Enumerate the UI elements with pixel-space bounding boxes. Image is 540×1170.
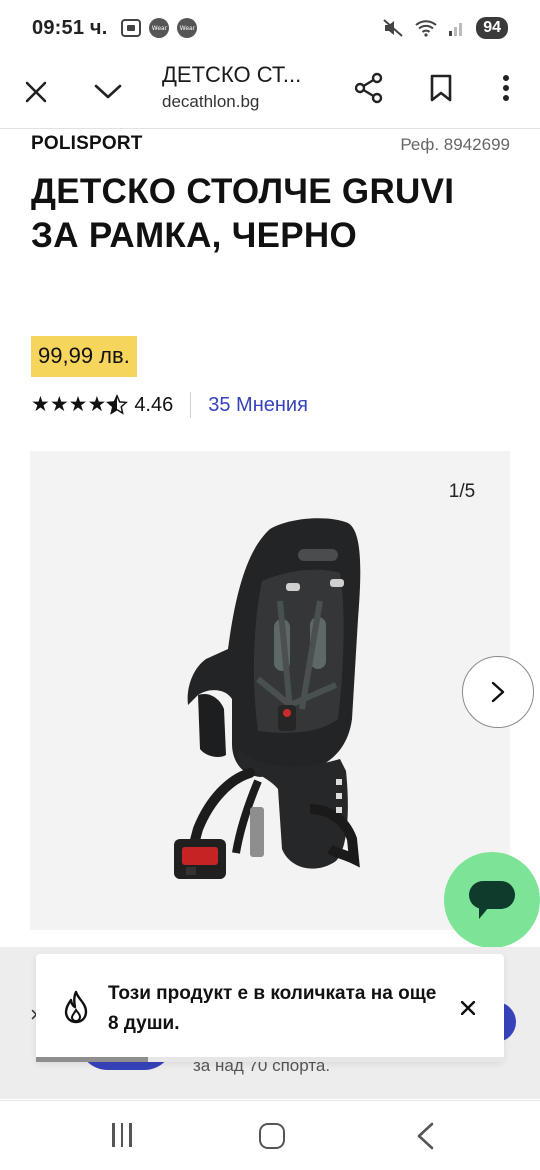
- share-button[interactable]: [351, 70, 387, 106]
- more-vert-icon: [503, 75, 509, 101]
- bookmark-button[interactable]: [423, 70, 459, 106]
- star-full-icon: ★: [49, 392, 69, 416]
- reviews-link[interactable]: 35 Мнения: [208, 394, 308, 417]
- chat-button[interactable]: [444, 852, 540, 948]
- star-full-icon: ★: [87, 392, 107, 416]
- page-domain: decathlon.bg: [162, 92, 260, 111]
- rating-divider: [190, 392, 192, 418]
- home-button[interactable]: [259, 1123, 285, 1149]
- product-price: 99,99 лв.: [31, 336, 137, 377]
- rating-value: 4.46: [134, 393, 174, 416]
- recent-apps-icon-bar: [120, 1123, 124, 1147]
- screenshot-icon: [121, 19, 142, 37]
- signal-icon: [449, 23, 463, 36]
- toast-progress-fill: [36, 1057, 149, 1062]
- gallery-counter: 1/5: [432, 475, 492, 509]
- close-icon: [461, 1001, 475, 1015]
- recent-apps-icon: [112, 1123, 115, 1147]
- status-time: 09:51 ч.: [32, 16, 108, 39]
- product-gallery[interactable]: 1/5: [30, 451, 510, 930]
- recent-apps-icon-bar: [129, 1123, 132, 1147]
- mute-icon: [383, 19, 403, 37]
- recent-apps-button[interactable]: [108, 1123, 136, 1149]
- chevron-right-icon: [491, 681, 505, 703]
- wifi-icon: [415, 20, 437, 37]
- close-tab-button[interactable]: [18, 74, 54, 110]
- bookmark-icon: [430, 74, 452, 102]
- back-button[interactable]: [412, 1121, 438, 1151]
- page-title: ДЕТСКО СТ...: [162, 62, 302, 87]
- page-title-block: ДЕТСКО СТ... decathlon.bg: [162, 62, 332, 112]
- star-full-icon: ★: [68, 392, 88, 416]
- status-bar: 09:51 ч. Wear Wear 94: [0, 0, 540, 56]
- status-notification-icons: Wear Wear: [121, 18, 198, 38]
- cart-popularity-toast: Този продукт е в количката на още 8 души…: [36, 954, 504, 1062]
- star-full-icon: ★: [31, 392, 50, 416]
- chat-bubble-icon: [469, 881, 515, 919]
- browser-toolbar: ДЕТСКО СТ... decathlon.bg: [0, 56, 540, 128]
- minimize-button[interactable]: [90, 74, 126, 110]
- toast-close-button[interactable]: [456, 996, 480, 1020]
- battery-indicator: 94: [476, 17, 508, 39]
- product-title: ДЕТСКО СТОЛЧЕ GRUVI ЗА РАМКА, ЧЕРНО: [31, 172, 455, 255]
- flame-icon: [64, 990, 88, 1024]
- chevron-down-icon: [94, 84, 122, 99]
- share-icon: [354, 72, 383, 104]
- product-reference: Реф. 8942699: [400, 135, 510, 154]
- toolbar-divider: [0, 128, 540, 129]
- brand-name[interactable]: POLISPORT: [31, 133, 143, 155]
- more-options-button[interactable]: [488, 70, 524, 106]
- rating-row: ★ ★ ★ ★ 4.46 35 Мнения: [31, 390, 308, 420]
- status-system-icons: 94: [382, 17, 508, 39]
- wear-icon: Wear: [149, 18, 170, 38]
- star-half-icon: [106, 394, 129, 415]
- bike-child-seat-image: [174, 518, 361, 879]
- wear-icon-2: Wear: [177, 18, 198, 38]
- close-icon: [25, 81, 47, 103]
- toast-progress-track: [36, 1057, 504, 1062]
- system-navigation-bar: [0, 1100, 540, 1170]
- gallery-next-button[interactable]: [462, 656, 534, 728]
- toast-message: Този продукт е в количката на още 8 души…: [108, 983, 437, 1034]
- rating-stars: ★ ★ ★ ★: [31, 392, 129, 416]
